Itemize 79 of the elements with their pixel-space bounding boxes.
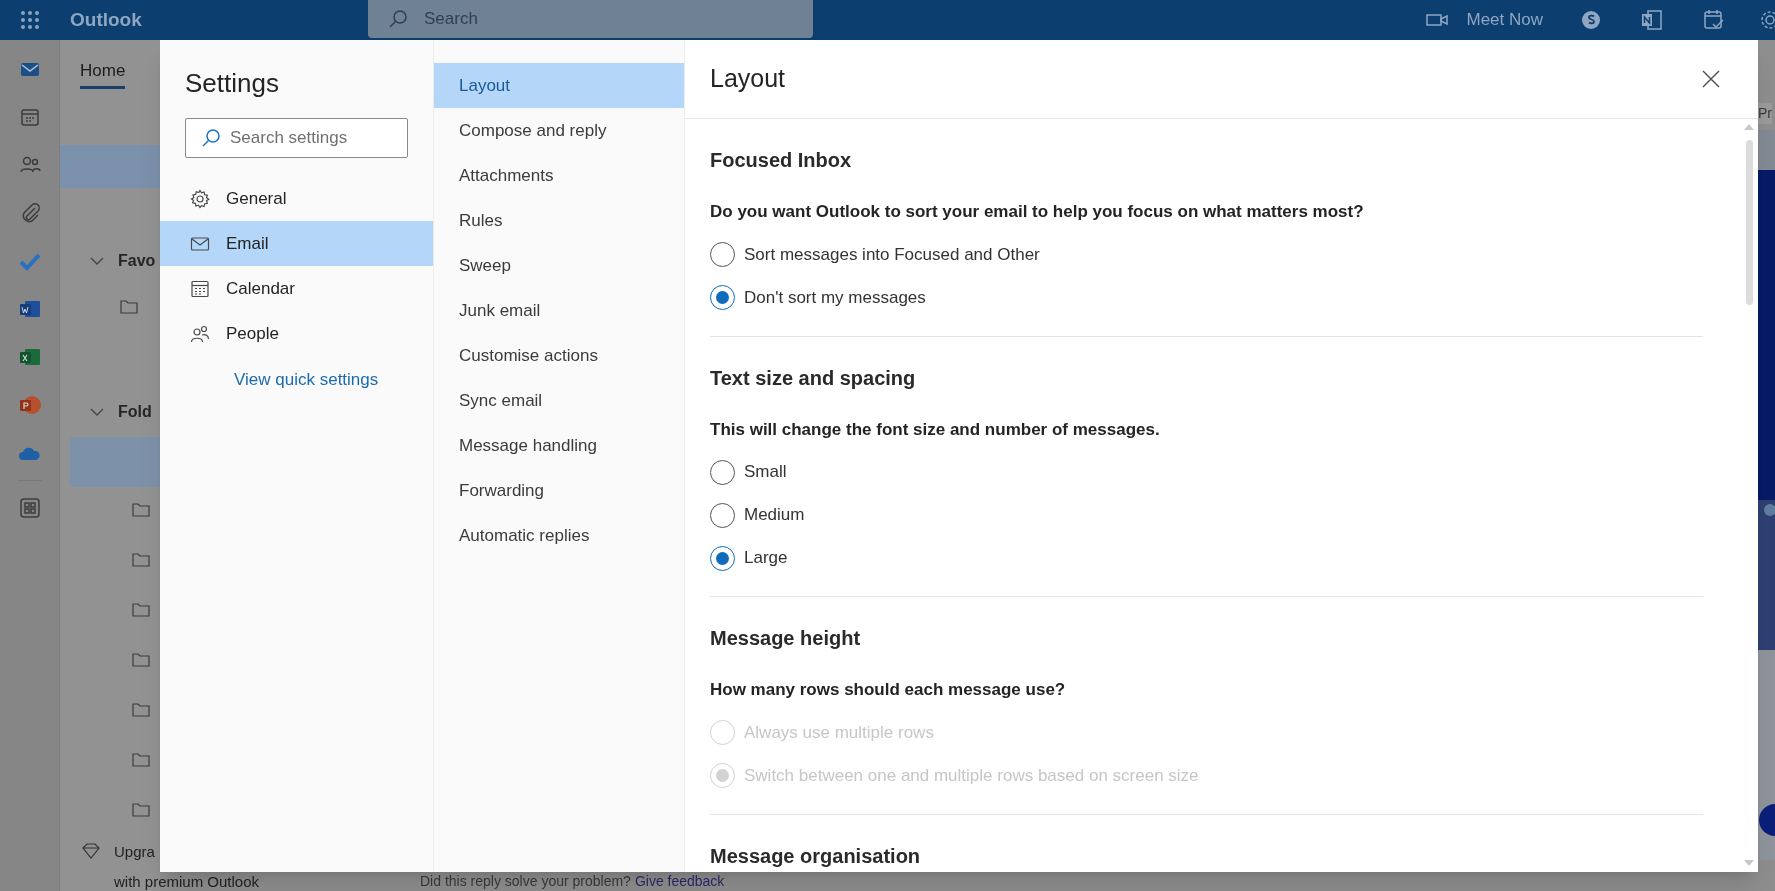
skype-icon[interactable] bbox=[1581, 10, 1601, 30]
settings-category[interactable]: People bbox=[160, 311, 433, 356]
search-icon bbox=[388, 9, 408, 29]
radio-label[interactable]: Large bbox=[744, 545, 788, 571]
folder-heading[interactable]: Favo bbox=[118, 249, 156, 273]
pane-label: Pr bbox=[1758, 103, 1772, 124]
search-field[interactable]: Search settings bbox=[185, 118, 408, 158]
radio-label[interactable]: Don't sort my messages bbox=[744, 284, 926, 311]
settings-subcategory[interactable]: Junk email bbox=[434, 288, 684, 333]
people-icon bbox=[190, 323, 210, 344]
radio-label: Switch between one and multiple rows based on screen size bbox=[744, 764, 1199, 787]
diamond-icon bbox=[82, 843, 100, 859]
settings-subcategory[interactable]: Compose and reply bbox=[434, 108, 684, 153]
settings-subcategory[interactable]: Rules bbox=[434, 198, 684, 243]
app-name: Outlook bbox=[70, 7, 142, 32]
scrollbar-thumb[interactable] bbox=[1745, 140, 1753, 305]
folder-icon[interactable] bbox=[132, 751, 152, 769]
folder-icon[interactable] bbox=[132, 651, 152, 669]
folder-icon[interactable] bbox=[120, 298, 140, 316]
settings-subcategory[interactable]: Attachments bbox=[434, 153, 684, 198]
section-heading: Text size and spacing bbox=[710, 365, 917, 391]
section-question: How many rows should each message use? bbox=[710, 679, 1067, 701]
radio-label[interactable]: Medium bbox=[744, 502, 805, 528]
app-launcher-icon[interactable] bbox=[20, 10, 40, 30]
settings-subcategory[interactable]: Automatic replies bbox=[434, 513, 684, 558]
folder-heading[interactable]: Fold bbox=[118, 400, 152, 424]
feedback-text: Did this reply solve your problem? bbox=[420, 873, 631, 890]
settings-subcategory[interactable]: Customise actions bbox=[434, 333, 684, 378]
folder-icon[interactable] bbox=[132, 701, 152, 719]
meet-now-button[interactable]: Meet Now bbox=[1466, 7, 1543, 33]
scroll-up-icon[interactable] bbox=[1744, 124, 1754, 130]
quick-settings-link[interactable]: View quick settings bbox=[234, 367, 433, 393]
section-question: Do you want Outlook to sort your email to help you focus on what matters most? bbox=[710, 201, 1365, 223]
apps-icon[interactable] bbox=[18, 497, 41, 519]
calendar-icon[interactable] bbox=[18, 106, 41, 128]
scroll-down-icon[interactable] bbox=[1744, 860, 1754, 866]
calendar-icon bbox=[190, 278, 210, 299]
dialog-title: Settings bbox=[185, 67, 280, 100]
radio-button[interactable] bbox=[710, 459, 735, 485]
chevron-icon[interactable] bbox=[90, 407, 104, 417]
chevron-icon[interactable] bbox=[90, 256, 104, 266]
folder-icon[interactable] bbox=[132, 551, 152, 569]
settings-subcategory[interactable]: Sweep bbox=[434, 243, 684, 288]
settings-category[interactable]: Email bbox=[160, 221, 433, 266]
page-title: Layout bbox=[710, 63, 786, 95]
upgrade-text: with premium Outlook bbox=[114, 873, 260, 891]
search-icon bbox=[201, 128, 221, 148]
radio-button[interactable] bbox=[710, 285, 735, 310]
video-camera-icon[interactable] bbox=[1426, 13, 1449, 27]
calendar-check-icon[interactable] bbox=[1703, 9, 1725, 31]
tab[interactable]: Home bbox=[80, 58, 126, 89]
close-icon bbox=[1702, 70, 1720, 88]
settings-subcategory[interactable]: Sync email bbox=[434, 378, 684, 423]
folder-icon[interactable] bbox=[132, 601, 152, 619]
notebook-icon[interactable] bbox=[1641, 10, 1663, 30]
settings-category[interactable]: General bbox=[160, 176, 433, 221]
radio-button[interactable] bbox=[710, 545, 735, 571]
section-heading: Message height bbox=[710, 626, 862, 651]
settings-subcategory[interactable]: Layout bbox=[434, 63, 684, 108]
word-icon[interactable] bbox=[18, 298, 41, 320]
feedback-link[interactable]: Give feedback bbox=[634, 873, 725, 890]
settings-icon[interactable] bbox=[1759, 9, 1775, 31]
radio-label[interactable]: Sort messages into Focused and Other bbox=[744, 241, 1040, 268]
settings-subcategory[interactable]: Forwarding bbox=[434, 468, 684, 513]
radio-label: Always use multiple rows bbox=[744, 721, 934, 744]
excel-icon[interactable] bbox=[18, 346, 41, 368]
settings-subcategory[interactable]: Message handling bbox=[434, 423, 684, 468]
section-heading: Message organisation bbox=[710, 843, 922, 869]
gear-icon bbox=[190, 188, 210, 209]
radio-button[interactable] bbox=[710, 242, 735, 267]
radio-button[interactable] bbox=[710, 502, 735, 528]
powerpoint-icon[interactable] bbox=[18, 394, 41, 416]
radio-label[interactable]: Small bbox=[744, 459, 787, 485]
settings-category[interactable]: Calendar bbox=[160, 266, 433, 311]
section-question: This will change the font size and number of messages. bbox=[710, 418, 1161, 441]
folder-icon[interactable] bbox=[132, 801, 152, 819]
section-heading: Focused Inbox bbox=[710, 148, 853, 173]
folder-icon[interactable] bbox=[132, 501, 152, 519]
upgrade-text: Upgra bbox=[114, 842, 155, 862]
